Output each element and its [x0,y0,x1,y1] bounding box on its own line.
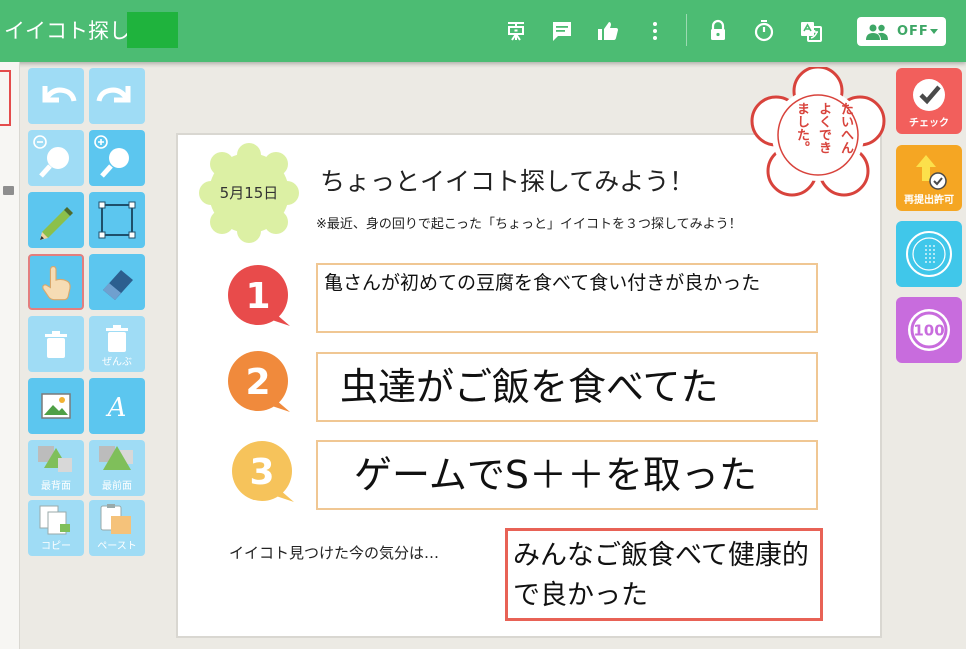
toggle-status-label: OFF [897,24,929,39]
more-vert-icon[interactable] [643,19,667,43]
zoom-out-button[interactable] [28,130,84,186]
text-icon: A [106,393,127,423]
delete-all-button[interactable]: ぜんぶ [89,316,145,372]
send-to-back-button[interactable]: 最背面 [28,440,84,496]
copy-button[interactable]: コピー [28,500,84,556]
answer-box-1[interactable]: 亀さんが初めての豆腐を食べて食い付きが良かった [316,263,818,333]
score-value: 100 [913,322,944,340]
trash-icon [45,331,67,358]
answer-box-3[interactable]: ゲームでS＋＋を取った [316,440,818,510]
paste-label: ペースト [97,541,137,552]
translate-icon[interactable] [799,19,823,43]
answer-box-2[interactable]: 虫達がご飯を食べてた [316,352,818,422]
stamp-text-2: よくでき [816,102,831,154]
undo-button[interactable] [28,68,84,124]
redo-icon [96,86,131,103]
undo-icon [42,86,77,103]
svg-text:A: A [106,393,127,423]
bring-to-front-button[interactable]: 最前面 [89,440,145,496]
number-label-3: 3 [249,452,275,493]
score-100-button[interactable]: 100 [896,297,962,363]
participation-toggle[interactable]: OFF [857,17,946,46]
feeling-answer-box[interactable]: みんなご飯食べて健康的で良かった [505,528,823,621]
comment-icon[interactable] [550,19,574,43]
left-panel-strip [0,62,20,649]
zoom-in-button[interactable] [89,130,145,186]
copy-label: コピー [41,541,71,552]
resubmit-label: 再提出許可 [904,195,954,206]
eraser-icon [103,270,133,300]
insert-image-button[interactable] [28,378,84,434]
eraser-tool-button[interactable] [89,254,145,310]
selection-rectangle-icon [98,201,136,239]
lock-icon[interactable] [706,19,730,43]
zoom-in-icon [94,135,129,178]
select-area-button[interactable] [89,192,145,248]
stamp-text-3: ました。 [794,102,809,154]
pointer-tool-button[interactable] [28,254,84,310]
pencil-icon [40,207,73,240]
image-icon [41,393,71,419]
check-label: チェック [909,118,949,129]
insert-text-button[interactable]: A [89,378,145,434]
toolbar-divider [686,14,687,46]
top-bar: イイコト探し： OFF [0,0,966,62]
stamp-button[interactable] [896,221,962,287]
timer-icon[interactable] [752,19,776,43]
people-icon [866,24,888,40]
redo-button[interactable] [89,68,145,124]
image-icon[interactable] [3,186,14,195]
paste-button[interactable]: ペースト [89,500,145,556]
stamp-text-1: たいへん [838,102,853,154]
thumbs-up-icon[interactable] [596,19,620,43]
resubmit-permission-button[interactable]: 再提出許可 [896,145,962,211]
check-button[interactable]: チェック [896,68,962,134]
worksheet-instructions: ※最近、身の回りで起こった「ちょっと」イイコトを３つ探してみよう！ [316,217,742,232]
redacted-name [127,12,178,48]
bring-to-front-label: 最前面 [102,481,132,492]
number-label-1: 1 [245,276,271,317]
send-to-back-label: 最背面 [41,481,71,492]
zoom-out-icon [33,135,69,178]
score-ring-icon: 100 [908,309,950,351]
delete-button[interactable] [28,316,84,372]
worksheet-date: 5月15日 [219,184,279,202]
page-thumbnail-highlight[interactable] [0,70,11,126]
pencil-tool-button[interactable] [28,192,84,248]
sakura-stamp-icon [906,231,952,277]
feeling-prompt: イイコト見つけた今の気分は… [229,544,440,562]
delete-all-label: ぜんぶ [102,357,132,368]
whiteboard-icon[interactable] [504,19,528,43]
worksheet-heading: ちょっとイイコト探してみよう！ [320,167,695,196]
chevron-down-icon [930,29,938,34]
hand-pointer-icon [42,265,71,301]
number-label-2: 2 [245,362,271,403]
